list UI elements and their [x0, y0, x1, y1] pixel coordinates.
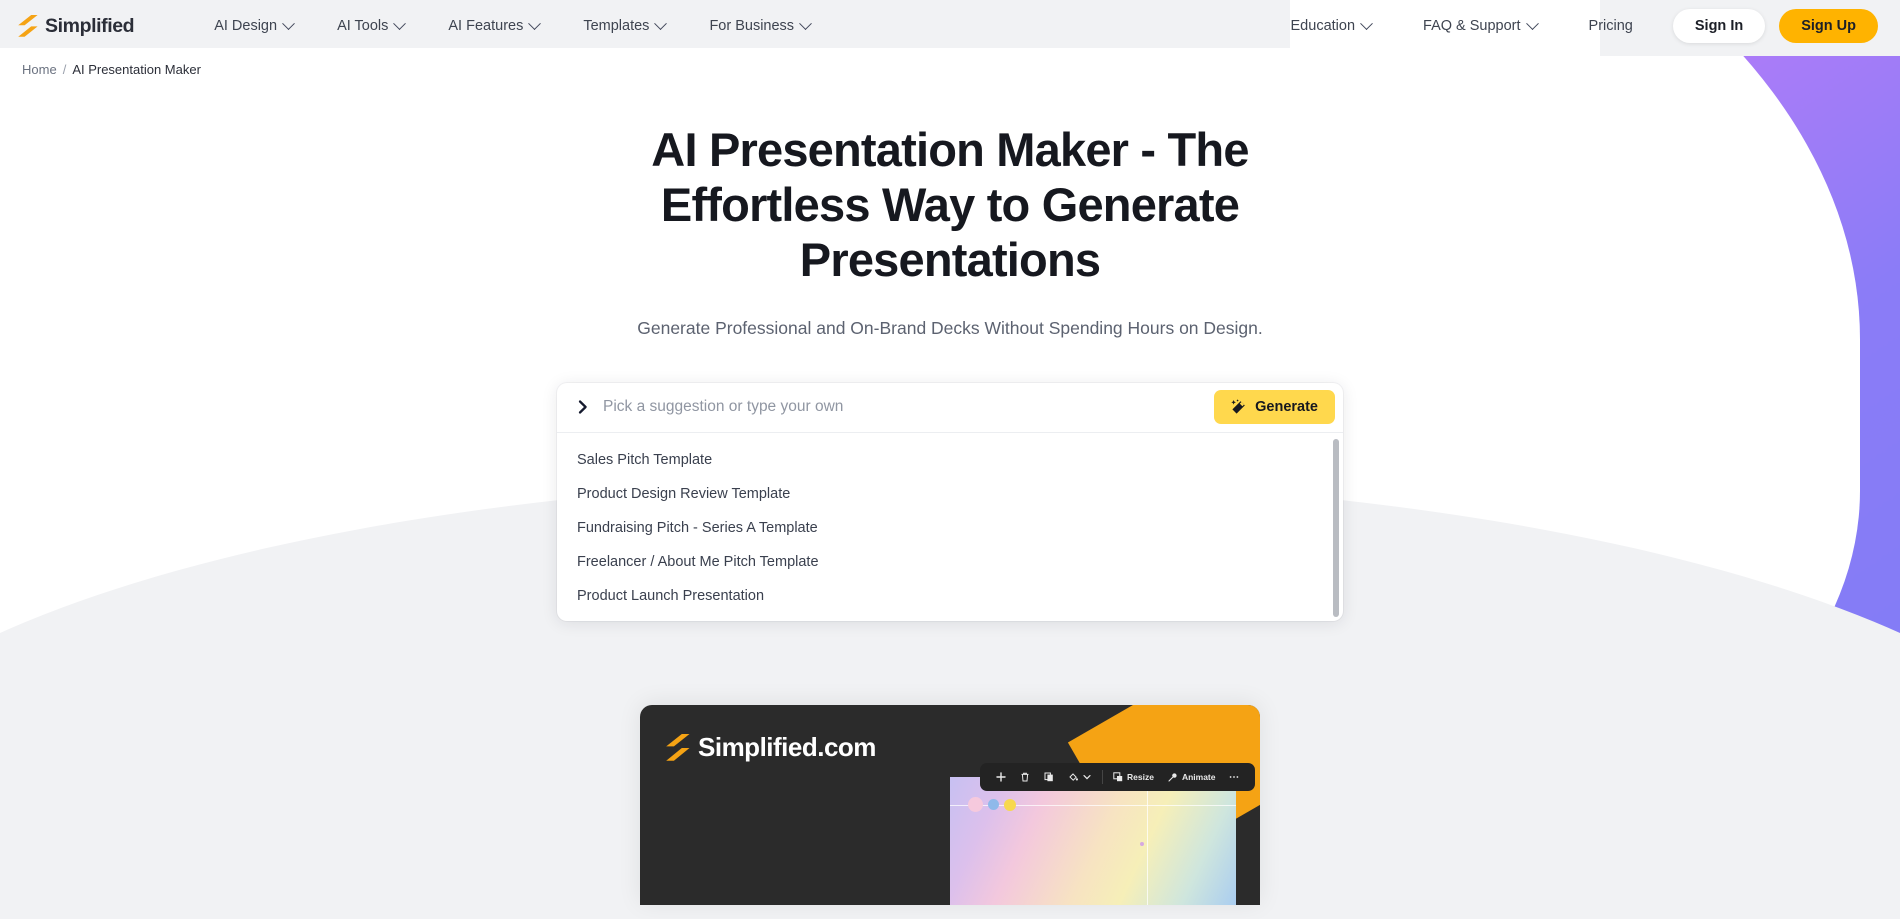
page-subtitle: Generate Professional and On-Brand Decks… [637, 317, 1263, 338]
hero-section: AI Presentation Maker - The Effortless W… [0, 123, 1900, 339]
prompt-input[interactable] [603, 398, 1215, 417]
preview-decoration-dot [988, 798, 999, 810]
preview-decoration-dot [1140, 841, 1144, 846]
list-item[interactable]: Sales Pitch Template [557, 443, 1343, 477]
nav-item-templates[interactable]: Templates [561, 12, 687, 40]
trash-icon [1021, 772, 1029, 782]
prompt-card: Generate Sales Pitch Template Product De… [557, 382, 1343, 621]
chevron-down-icon [528, 16, 542, 30]
sign-in-button[interactable]: Sign In [1672, 9, 1766, 43]
more-horizontal-icon [1230, 776, 1239, 778]
toolbar-duplicate-button[interactable] [1037, 763, 1061, 791]
chevron-right-icon [578, 400, 587, 415]
toolbar-animate-label: Animate [1181, 771, 1216, 782]
breadcrumb-current-page: AI Presentation Maker [72, 62, 201, 77]
nav-item-education[interactable]: Education [1265, 12, 1398, 40]
nav-label: Pricing [1588, 18, 1633, 34]
primary-nav-links: AI Design AI Tools AI Features Templates… [192, 12, 832, 40]
list-item[interactable]: Fundraising Pitch - Series A Template [557, 511, 1343, 545]
nav-label: AI Tools [337, 18, 389, 34]
preview-decoration-dot [1004, 798, 1016, 811]
nav-item-for-business[interactable]: For Business [687, 12, 832, 40]
secondary-nav-links: Education FAQ & Support Pricing Sign In … [1265, 9, 1878, 43]
product-preview-card[interactable]: Simplified.com Resize Animate [640, 704, 1260, 905]
suggestion-list: Sales Pitch Template Product Design Revi… [557, 433, 1343, 621]
chevron-down-icon [1083, 774, 1091, 780]
nav-label: For Business [709, 18, 795, 34]
simplified-logo-icon [666, 733, 690, 761]
nav-label: AI Design [214, 18, 278, 34]
main-navigation-bar: Simplified AI Design AI Tools AI Feature… [0, 0, 1900, 52]
preview-decoration-dot [968, 796, 983, 812]
preview-guide-vertical [1147, 776, 1148, 905]
prompt-input-row: Generate [557, 383, 1343, 433]
nav-item-ai-design[interactable]: AI Design [192, 12, 315, 40]
generate-button-label: Generate [1255, 399, 1318, 416]
nav-item-pricing[interactable]: Pricing [1563, 12, 1659, 40]
magic-wand-icon [1231, 399, 1245, 415]
toolbar-color-button[interactable] [1061, 763, 1099, 791]
chevron-down-icon [393, 16, 407, 30]
chevron-down-icon [1525, 16, 1539, 30]
paint-bucket-icon [1069, 773, 1078, 781]
brand-logo-text: Simplified [45, 14, 135, 37]
brand-logo[interactable]: Simplified [18, 14, 135, 38]
breadcrumb-separator: / [62, 62, 67, 77]
list-item[interactable]: Product Launch Presentation [557, 579, 1343, 613]
nav-label: Education [1290, 18, 1356, 34]
generate-button[interactable]: Generate [1214, 390, 1335, 425]
breadcrumb: Home / AI Presentation Maker [0, 52, 1900, 77]
list-item[interactable]: Freelancer / About Me Pitch Template [557, 545, 1343, 579]
copy-icon [1044, 772, 1053, 782]
toolbar-add-button[interactable] [989, 763, 1013, 791]
toolbar-more-button[interactable] [1222, 763, 1246, 791]
resize-icon [1113, 772, 1123, 782]
chevron-down-icon [282, 16, 295, 30]
list-item[interactable]: Product Design Review Template [557, 477, 1343, 511]
toolbar-resize-button[interactable]: Resize [1106, 763, 1161, 791]
toolbar-divider [1102, 769, 1103, 784]
toolbar-resize-label: Resize [1127, 771, 1154, 782]
nav-item-ai-features[interactable]: AI Features [426, 12, 561, 40]
toolbar-delete-button[interactable] [1013, 763, 1037, 791]
nav-item-ai-tools[interactable]: AI Tools [315, 12, 426, 40]
nav-item-faq-support[interactable]: FAQ & Support [1397, 12, 1563, 40]
preview-slide-canvas [950, 776, 1236, 905]
preview-editor-toolbar: Resize Animate [980, 762, 1256, 791]
plus-icon [996, 772, 1006, 782]
preview-brand-text: Simplified.com [698, 731, 876, 762]
animate-icon [1168, 773, 1177, 782]
simplified-logo-icon [18, 15, 38, 37]
suggestion-scrollbar-thumb[interactable] [1333, 438, 1339, 617]
page-title: AI Presentation Maker - The Effortless W… [651, 123, 1249, 286]
prompt-widget: Generate Sales Pitch Template Product De… [557, 382, 1343, 621]
preview-brand-logo: Simplified.com [666, 732, 876, 763]
sign-up-button[interactable]: Sign Up [1779, 9, 1878, 43]
nav-label: AI Features [448, 18, 524, 34]
chevron-down-icon [799, 16, 812, 30]
chevron-down-icon [654, 16, 668, 30]
toolbar-animate-button[interactable]: Animate [1161, 763, 1223, 791]
chevron-down-icon [1360, 16, 1373, 30]
nav-label: Templates [583, 18, 650, 34]
suggestion-scrollbar[interactable] [1333, 438, 1339, 617]
nav-label: FAQ & Support [1423, 18, 1521, 34]
breadcrumb-home-link[interactable]: Home [22, 62, 57, 77]
